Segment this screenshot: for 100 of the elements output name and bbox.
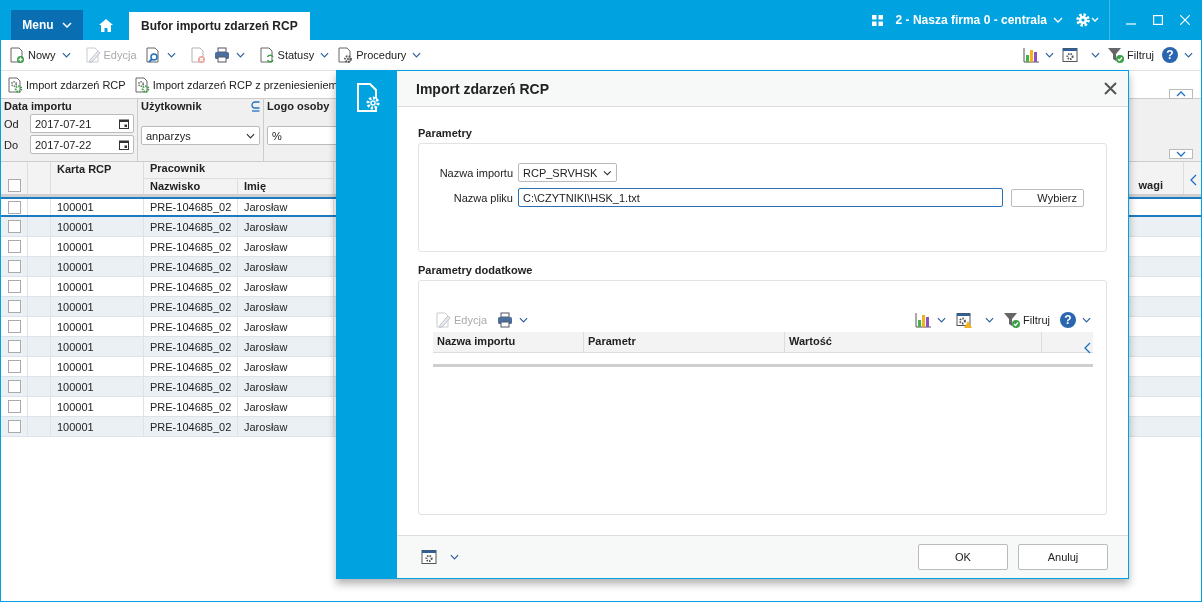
table-cell: Jarosław — [244, 260, 288, 273]
table-cell: Jarosław — [244, 220, 288, 233]
column-header: Wartość — [789, 335, 832, 347]
browse-button[interactable]: Wybierz — [1011, 188, 1084, 207]
chevron-down-icon — [937, 317, 947, 323]
row-checkbox[interactable] — [7, 200, 21, 214]
chevron-down-icon — [320, 52, 330, 58]
chevron-down-icon — [1045, 52, 1055, 58]
row-checkbox[interactable] — [7, 380, 21, 393]
table-cell: 100001 — [57, 380, 94, 393]
row-checkbox[interactable] — [7, 320, 21, 333]
apps-grid-icon[interactable] — [871, 14, 883, 26]
table-cell: Jarosław — [244, 340, 288, 353]
chevron-down-icon — [1082, 317, 1091, 323]
settings-icon[interactable] — [1075, 12, 1101, 28]
table-cell: PRE-104685_02 — [150, 400, 232, 413]
user-select[interactable]: anparzys — [141, 126, 260, 145]
calendar-icon — [119, 139, 129, 150]
edit-icon — [435, 312, 451, 328]
section-title: Parametry dodatkowe — [418, 264, 534, 276]
row-checkbox[interactable] — [7, 260, 21, 273]
field-label: Od — [4, 117, 20, 130]
table-cell: Jarosław — [244, 240, 288, 253]
table-cell: PRE-104685_02 — [150, 340, 232, 353]
table-cell: PRE-104685_02 — [150, 240, 232, 253]
select-all-checkbox[interactable] — [7, 179, 21, 192]
action-button[interactable]: Import zdarzeń RCP — [5, 73, 128, 96]
statuses-button[interactable]: Statusy — [256, 44, 332, 66]
chevron-down-icon — [246, 132, 255, 139]
expand-left-icon[interactable] — [1084, 342, 1091, 354]
import-select[interactable]: RCP_SRVHSK — [518, 163, 617, 182]
help-button[interactable]: ? — [1058, 309, 1093, 331]
table-cell: PRE-104685_02 — [150, 380, 232, 393]
bar-chart-icon — [915, 312, 932, 328]
calendar-icon — [119, 118, 129, 129]
expand-left-icon[interactable] — [1190, 174, 1197, 186]
column-header: Imię — [244, 180, 266, 192]
help-button[interactable]: ? — [1160, 44, 1195, 66]
table-cell: PRE-104685_02 — [150, 420, 232, 433]
dialog-button[interactable]: Anuluj — [1018, 544, 1108, 570]
table-cell: Jarosław — [244, 360, 288, 373]
collapse-up-button[interactable] — [1169, 89, 1193, 99]
column-header: Karta RCP — [57, 163, 112, 175]
action-button[interactable]: Import zdarzeń RCP z przeniesieniem — [131, 73, 340, 96]
column-header: Nazwisko — [150, 180, 201, 192]
file-field[interactable]: C:\CZYTNIKI\HSK_1.txt — [518, 188, 1003, 207]
table-cell: PRE-104685_02 — [150, 201, 232, 213]
row-checkbox[interactable] — [7, 420, 21, 433]
row-checkbox[interactable] — [7, 300, 21, 313]
chevron-down-icon — [1091, 52, 1101, 58]
row-checkbox[interactable] — [7, 240, 21, 253]
filter-icon — [1004, 312, 1021, 328]
chevron-down-icon — [1053, 17, 1063, 23]
filter-label: Użytkownik — [141, 100, 202, 112]
close-icon[interactable] — [1104, 82, 1117, 95]
procedures-button[interactable]: Procedury — [335, 44, 424, 66]
chevron-down-icon[interactable] — [166, 52, 176, 58]
chevron-down-icon — [603, 169, 612, 176]
maximize-icon[interactable] — [1153, 15, 1163, 25]
chevron-down-icon — [985, 317, 995, 323]
column-header: Parametr — [588, 335, 636, 347]
filter-label: Data importu — [4, 100, 73, 112]
filter-button[interactable]: Filtruj — [1106, 44, 1156, 66]
row-checkbox[interactable] — [7, 400, 21, 413]
home-icon — [99, 18, 113, 32]
table-cell: Jarosław — [244, 201, 288, 213]
dialog-button[interactable]: OK — [918, 544, 1008, 570]
table-cell: 100001 — [57, 280, 94, 293]
table-cell: PRE-104685_02 — [150, 260, 232, 273]
menu-button[interactable]: Menu — [11, 10, 83, 40]
filter-button[interactable]: Filtruj — [1002, 309, 1052, 331]
chevron-down-icon — [450, 554, 459, 560]
collapse-down-button[interactable] — [1169, 149, 1193, 159]
row-checkbox[interactable] — [7, 220, 21, 233]
row-checkbox[interactable] — [7, 340, 21, 353]
table-cell: 100001 — [57, 201, 94, 213]
table-cell: 100001 — [57, 260, 94, 273]
bar-chart-icon — [1023, 47, 1040, 63]
subset-icon[interactable] — [251, 100, 260, 112]
row-checkbox[interactable] — [7, 360, 21, 373]
date-field[interactable]: 2017-07-21 — [30, 114, 134, 133]
tab[interactable]: Bufor importu zdarzeń RCP — [129, 12, 310, 40]
section-title: Parametry — [418, 127, 473, 139]
table-cell: 100001 — [57, 320, 94, 333]
chevron-down-icon — [412, 52, 422, 58]
document-gear-icon — [7, 76, 23, 93]
chevron-down-icon[interactable] — [61, 52, 71, 58]
table-cell: PRE-104685_02 — [150, 280, 232, 293]
search-icon — [144, 47, 161, 63]
table-cell: 100001 — [57, 240, 94, 253]
row-checkbox[interactable] — [7, 280, 21, 293]
column-header: wagi — [1138, 179, 1163, 191]
status-icon — [258, 47, 275, 63]
table-cell: Jarosław — [244, 300, 288, 313]
document-gear-icon — [133, 76, 150, 93]
new-button[interactable]: Nowy — [7, 44, 58, 66]
date-field[interactable]: 2017-07-22 — [30, 135, 134, 154]
chevron-down-icon[interactable] — [235, 52, 245, 58]
field-label: Nazwa importu — [438, 166, 513, 179]
table-cell: PRE-104685_02 — [150, 360, 232, 373]
